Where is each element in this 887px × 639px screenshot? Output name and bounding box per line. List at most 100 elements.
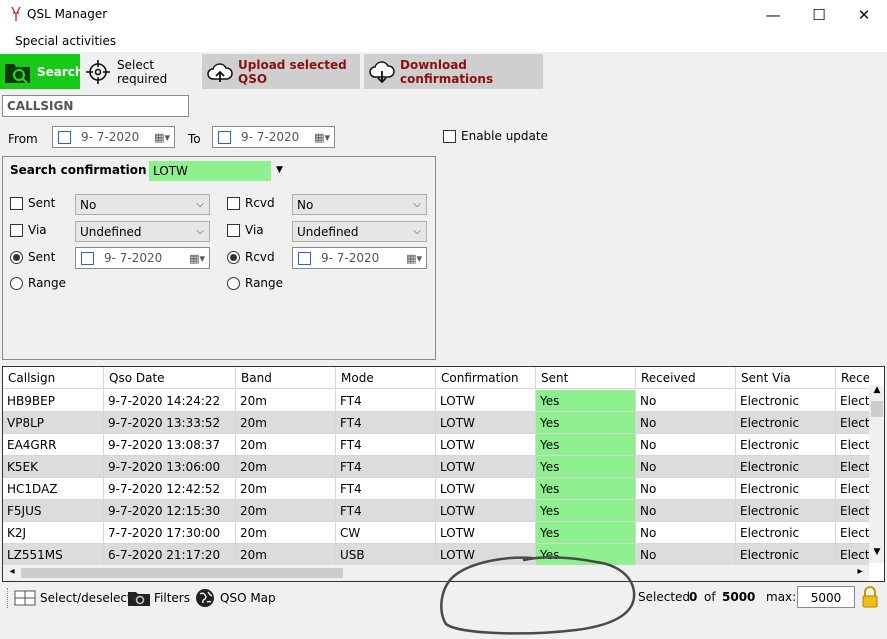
enable-update-checkbox[interactable]: [443, 130, 456, 143]
table-row[interactable]: HB9BEP 9-7-2020 14:24:22 20m FT4 LOTW Yes No El…: [3, 390, 869, 412]
download-confirmations-button[interactable]: Download confirmations: [364, 54, 543, 89]
table-cell: CW: [336, 522, 436, 544]
from-date-checkbox[interactable]: [58, 130, 71, 144]
enable-update-label: Enable update: [461, 129, 548, 143]
table-cell: VP8LP: [3, 412, 104, 434]
globe-icon: [196, 589, 214, 607]
sent-range-label: Range: [28, 276, 67, 290]
column-header[interactable]: Received: [636, 367, 736, 389]
total-count: 5000: [722, 590, 756, 604]
rcvd-date-radio[interactable]: [227, 251, 240, 264]
rcvd-date-label: Rcvd: [245, 250, 275, 264]
scroll-right-icon[interactable]: ▸: [853, 566, 867, 580]
calendar-dropdown-icon[interactable]: ▦▾: [314, 131, 330, 144]
table-cell: Yes: [536, 478, 636, 500]
column-header[interactable]: Sent: [536, 367, 636, 389]
column-header[interactable]: Band: [236, 367, 336, 389]
table-cell: 20m: [236, 500, 336, 522]
scroll-thumb[interactable]: [21, 568, 343, 578]
table-cell: Electr: [836, 500, 869, 522]
table-cell: Electronic: [736, 456, 836, 478]
table-cell: 20m: [236, 544, 336, 565]
callsign-input[interactable]: CALLSIGN: [2, 95, 189, 117]
vertical-scrollbar[interactable]: ▲ ▼: [869, 385, 884, 563]
table-cell: Electronic: [736, 390, 836, 412]
table-cell: No: [636, 412, 736, 434]
table-cell: Yes: [536, 434, 636, 456]
sent-range-radio[interactable]: [10, 277, 23, 290]
scroll-down-icon[interactable]: ▼: [871, 547, 883, 563]
table-cell: Yes: [536, 456, 636, 478]
to-date-checkbox[interactable]: [218, 130, 231, 144]
rcvd-checkbox[interactable]: [227, 197, 240, 210]
table-cell: Electronic: [736, 478, 836, 500]
via-sent-checkbox[interactable]: [10, 224, 23, 237]
table-row[interactable]: VP8LP 9-7-2020 13:33:52 20m FT4 LOTW Yes No Ele…: [3, 412, 869, 434]
to-date-picker[interactable]: 9- 7-2020 ▦▾: [212, 126, 335, 148]
column-header[interactable]: Callsign: [3, 367, 104, 389]
upload-qso-button[interactable]: Upload selected QSO: [202, 54, 360, 89]
column-header[interactable]: Rece: [836, 367, 869, 389]
search-button[interactable]: Search: [0, 54, 83, 89]
sent-checkbox[interactable]: [10, 197, 23, 210]
column-header[interactable]: Confirmation: [436, 367, 536, 389]
via-rcvd-checkbox[interactable]: [227, 224, 240, 237]
table-cell: Electr: [836, 390, 869, 412]
table-cell: Electronic: [736, 500, 836, 522]
table-row[interactable]: K2J 7-7-2020 17:30:00 20m CW LOTW Yes No Electr…: [3, 522, 869, 544]
scroll-left-icon[interactable]: ◂: [5, 566, 19, 580]
sent-date-picker[interactable]: 9- 7-2020 ▦▾: [75, 247, 210, 269]
table-row[interactable]: EA4GRR 9-7-2020 13:08:37 20m FT4 LOTW Yes No El…: [3, 434, 869, 456]
table-cell: LOTW: [436, 456, 536, 478]
scroll-thumb[interactable]: [871, 401, 883, 417]
sent-date-checkbox[interactable]: [81, 251, 94, 265]
sent-label: Sent: [28, 196, 56, 210]
table-row[interactable]: K5EK 9-7-2020 13:06:00 20m FT4 LOTW Yes No Elec…: [3, 456, 869, 478]
rcvd-date-picker[interactable]: 9- 7-2020 ▦▾: [292, 247, 427, 269]
close-button[interactable]: ✕: [841, 0, 887, 30]
table-cell: LOTW: [436, 412, 536, 434]
menu-special-activities[interactable]: Special activities: [15, 34, 116, 48]
table-cell: Electronic: [736, 434, 836, 456]
rcvd-range-radio[interactable]: [227, 277, 240, 290]
callsign-input-value: CALLSIGN: [7, 99, 74, 113]
table-row[interactable]: F5JUS 9-7-2020 12:15:30 20m FT4 LOTW Yes No Ele…: [3, 500, 869, 522]
table-cell: Electr: [836, 522, 869, 544]
table-cell: FT4: [336, 500, 436, 522]
folder-search-icon: [128, 592, 150, 606]
sent-date-radio[interactable]: [10, 251, 23, 264]
select-deselect-button[interactable]: Select/deselect: [14, 587, 132, 609]
rcvd-status-select[interactable]: No ⌵: [292, 194, 427, 215]
calendar-dropdown-icon[interactable]: ▦▾: [189, 252, 205, 265]
via-rcvd-value: Undefined: [297, 224, 359, 239]
scroll-up-icon[interactable]: ▲: [871, 385, 883, 401]
filters-button[interactable]: Filters: [127, 587, 190, 609]
qso-map-button[interactable]: QSO Map: [195, 587, 276, 609]
chevron-down-icon[interactable]: ▼: [276, 165, 283, 175]
table-cell: 9-7-2020 13:06:00: [104, 456, 236, 478]
minimize-button[interactable]: —: [750, 0, 796, 30]
calendar-dropdown-icon[interactable]: ▦▾: [154, 131, 170, 144]
to-date-value: 9- 7-2020: [241, 130, 300, 144]
rcvd-date-checkbox[interactable]: [298, 251, 311, 265]
column-header[interactable]: Qso Date: [104, 367, 236, 389]
lock-icon[interactable]: [861, 586, 879, 608]
sent-status-select[interactable]: No ⌵: [75, 194, 210, 215]
max-input[interactable]: 5000: [797, 586, 855, 608]
from-date-picker[interactable]: 9- 7-2020 ▦▾: [52, 126, 175, 148]
confirmation-type-select[interactable]: LOTW: [149, 161, 271, 181]
column-header[interactable]: Sent Via: [736, 367, 836, 389]
via-sent-label: Via: [28, 223, 47, 237]
cloud-download-icon: [369, 60, 395, 83]
grip-handle: [7, 588, 9, 608]
sent-date-value: 9- 7-2020: [104, 251, 163, 265]
calendar-dropdown-icon[interactable]: ▦▾: [406, 252, 422, 265]
column-header[interactable]: Mode: [336, 367, 436, 389]
select-required-button[interactable]: Select required: [82, 54, 200, 89]
maximize-button[interactable]: ☐: [796, 0, 842, 30]
table-row[interactable]: HC1DAZ 9-7-2020 12:42:52 20m FT4 LOTW Yes No El…: [3, 478, 869, 500]
via-sent-select[interactable]: Undefined ⌵: [75, 221, 210, 242]
via-rcvd-select[interactable]: Undefined ⌵: [292, 221, 427, 242]
rcvd-label: Rcvd: [245, 196, 275, 210]
table-cell: 20m: [236, 434, 336, 456]
